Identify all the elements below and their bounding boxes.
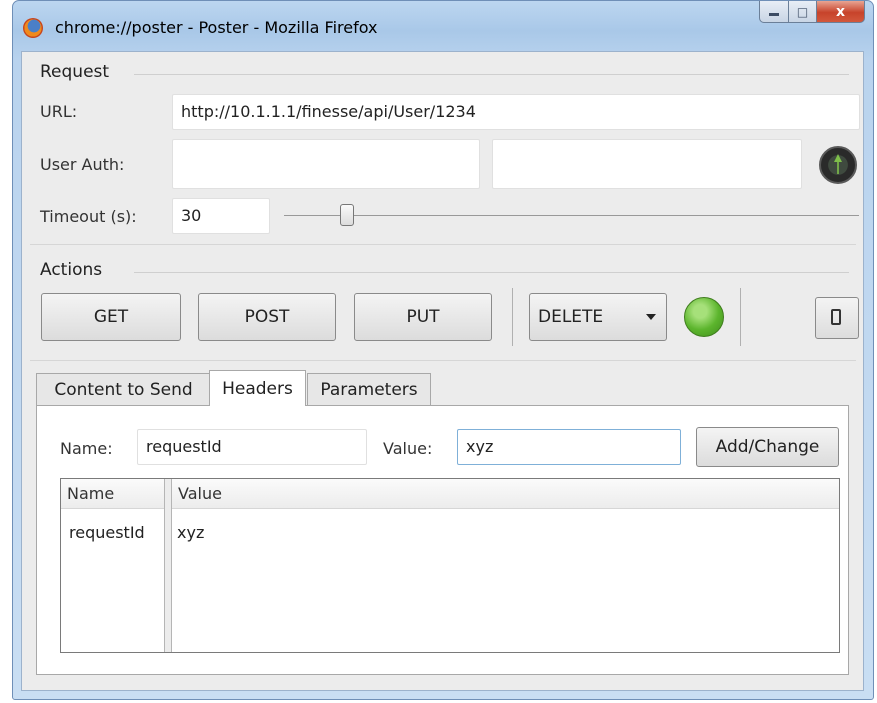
timeout-slider[interactable]	[284, 204, 859, 228]
actions-group-title: Actions	[40, 260, 103, 280]
column-header-name[interactable]: Name	[61, 479, 164, 509]
header-value-input[interactable]: xyz	[457, 429, 681, 465]
title-bar: chrome://poster - Poster - Mozilla Firef…	[13, 1, 873, 51]
status-indicator-icon	[684, 297, 724, 337]
request-group-title: Request	[40, 62, 110, 82]
toggle-panel-button[interactable]	[815, 297, 859, 339]
window-title: chrome://poster - Poster - Mozilla Firef…	[55, 18, 378, 37]
tab-headers[interactable]: Headers	[209, 370, 306, 406]
timeout-label: Timeout (s):	[40, 207, 137, 226]
table-cell-value[interactable]: xyz	[177, 523, 204, 542]
actions-separator	[512, 288, 513, 346]
tab-parameters[interactable]: Parameters	[307, 373, 431, 405]
put-button[interactable]: PUT	[354, 293, 492, 341]
close-button[interactable]: x	[817, 1, 865, 23]
add-change-button[interactable]: Add/Change	[696, 427, 839, 467]
request-group-divider	[134, 74, 849, 75]
auth-password-input[interactable]	[492, 139, 802, 189]
close-icon: x	[835, 3, 846, 20]
url-input[interactable]: http://10.1.1.1/finesse/api/User/1234	[172, 94, 860, 130]
auth-status-icon[interactable]	[819, 146, 857, 184]
minimize-button[interactable]	[759, 1, 789, 23]
slider-thumb[interactable]	[340, 204, 354, 226]
header-name-input[interactable]: requestId	[137, 429, 367, 465]
table-cell-name[interactable]: requestId	[69, 523, 145, 542]
delete-dropdown[interactable]: DELETE	[529, 293, 667, 341]
tab-content-to-send[interactable]: Content to Send	[36, 373, 211, 405]
headers-table: Name Value requestId xyz	[60, 478, 840, 653]
browser-window: chrome://poster - Poster - Mozilla Firef…	[12, 0, 874, 700]
window-controls: □ x	[759, 1, 865, 25]
user-auth-label: User Auth:	[40, 155, 125, 174]
actions-separator-2	[740, 288, 741, 346]
header-name-label: Name:	[60, 439, 113, 458]
firefox-logo-icon	[23, 18, 43, 38]
panel-toggle-icon	[831, 309, 841, 325]
section-divider	[30, 244, 856, 245]
poster-dialog: Request URL: http://10.1.1.1/finesse/api…	[21, 51, 864, 691]
timeout-input[interactable]: 30	[172, 198, 270, 234]
maximize-icon: □	[796, 4, 809, 19]
auth-username-input[interactable]	[172, 139, 480, 189]
header-value-label: Value:	[383, 439, 433, 458]
actions-group-divider	[134, 272, 849, 273]
minimize-icon	[769, 13, 779, 16]
url-label: URL:	[40, 102, 78, 121]
headers-panel: Name: requestId Value: xyz Add/Change Na…	[36, 405, 849, 675]
maximize-button[interactable]: □	[789, 1, 817, 23]
section-divider-2	[30, 360, 856, 361]
slider-track	[284, 215, 859, 216]
post-button[interactable]: POST	[198, 293, 336, 341]
get-button[interactable]: GET	[41, 293, 181, 341]
column-splitter[interactable]	[164, 479, 172, 652]
delete-label: DELETE	[538, 307, 604, 327]
chevron-down-icon	[646, 314, 656, 320]
column-header-value[interactable]: Value	[172, 479, 839, 509]
